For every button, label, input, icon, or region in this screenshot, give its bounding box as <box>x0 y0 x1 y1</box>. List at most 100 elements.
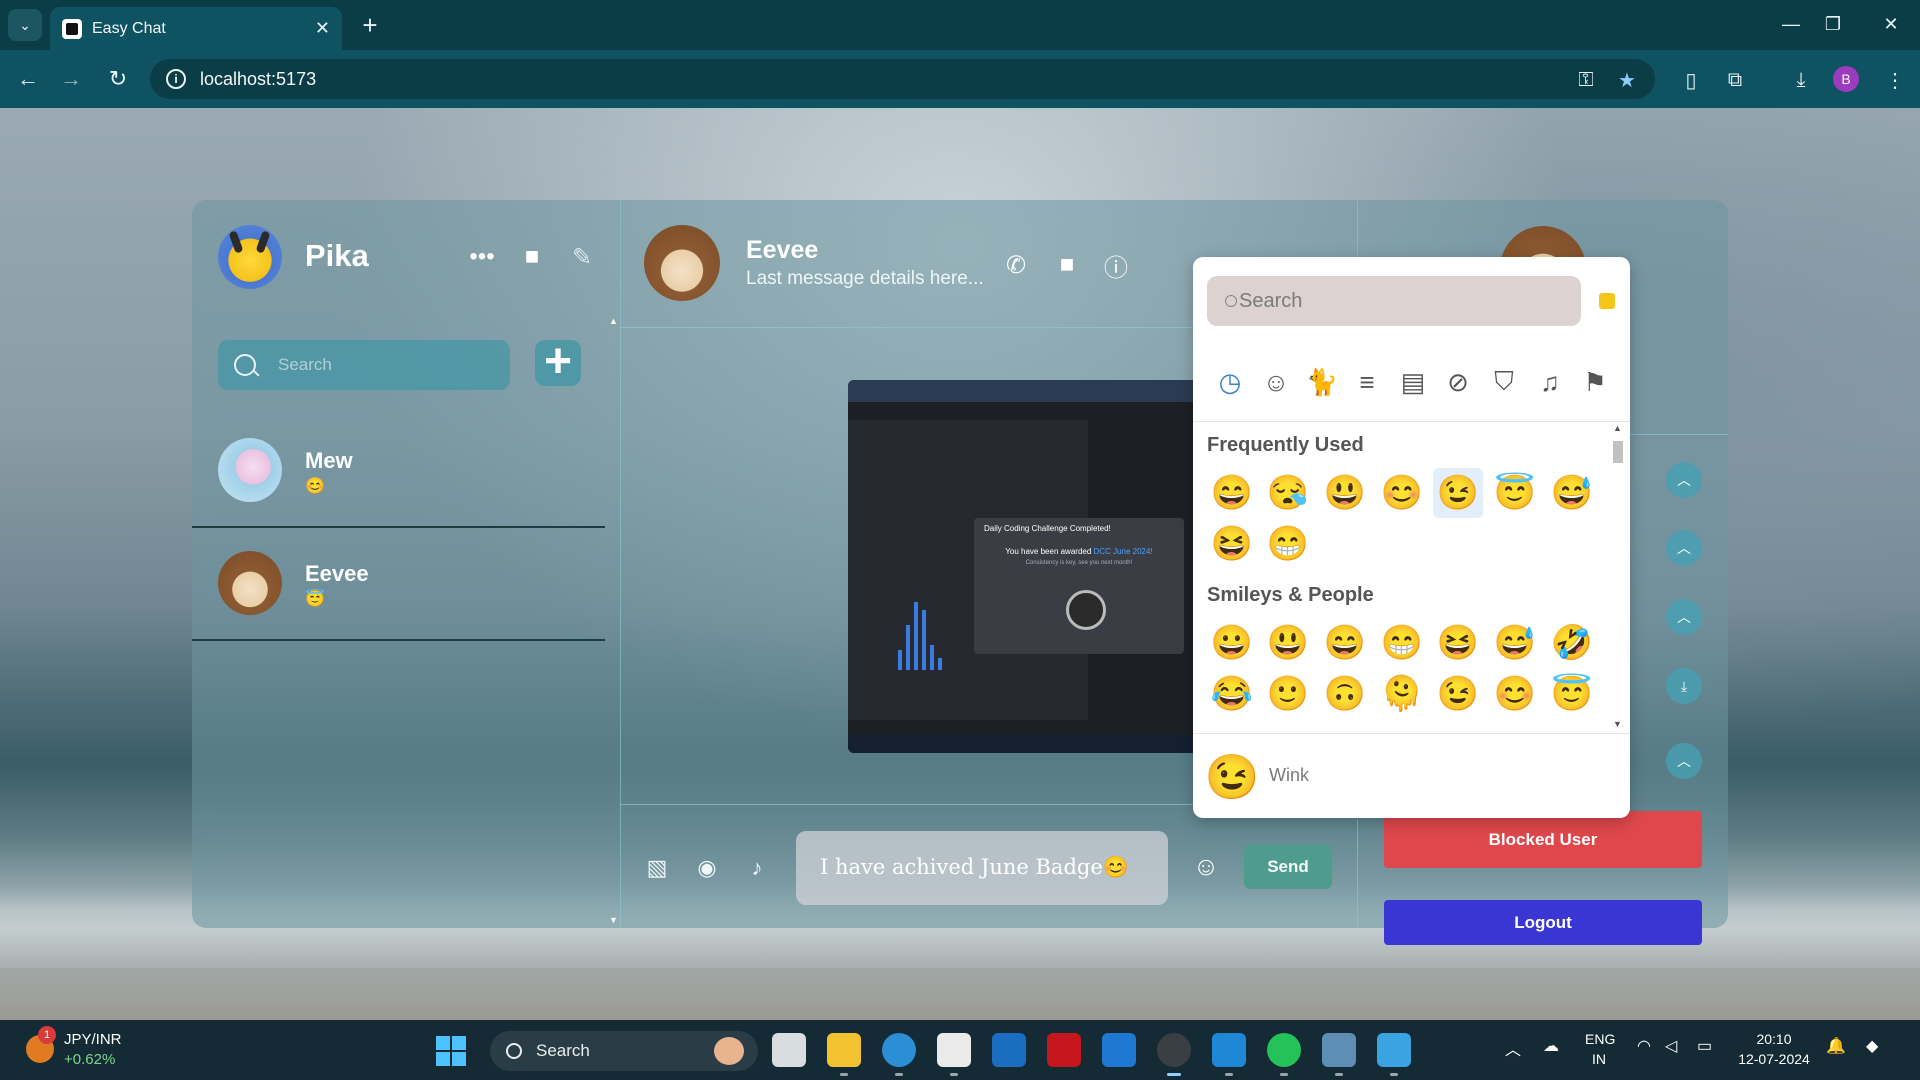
start-icon[interactable] <box>436 1036 466 1066</box>
picker-scrollbar[interactable]: ▲ ▼ <box>1611 423 1625 733</box>
close-window-icon[interactable]: ✕ <box>1868 8 1914 40</box>
emoji-search-input[interactable]: Search <box>1207 276 1581 326</box>
notepad-icon[interactable] <box>1377 1033 1411 1076</box>
extensions-icon[interactable]: ⧉ <box>1720 65 1750 95</box>
video-call-icon[interactable]: ■ <box>1051 249 1083 281</box>
emoji-button[interactable]: 😆 <box>1433 618 1483 668</box>
scroll-down-arrow-icon[interactable]: ▼ <box>609 915 618 925</box>
new-tab-button[interactable]: + <box>355 10 385 40</box>
reload-icon[interactable]: ↻ <box>102 63 134 95</box>
category-travel-icon[interactable]: ▤ <box>1396 365 1430 399</box>
edit-icon[interactable]: ✎ <box>566 241 598 273</box>
ticker-name[interactable]: JPY/INR <box>64 1031 122 1048</box>
reading-list-icon[interactable]: ▯ <box>1676 65 1706 95</box>
phone-icon[interactable]: ✆ <box>1000 249 1032 281</box>
info-icon[interactable]: ⓘ <box>1100 249 1132 282</box>
chevron-up-icon[interactable]: ︿ <box>1666 743 1702 779</box>
emoji-button[interactable]: 😉 <box>1433 669 1483 719</box>
emoji-button[interactable]: 😊 <box>1377 468 1427 518</box>
tab-search-button[interactable]: ⌄ <box>8 9 42 41</box>
bookmark-star-icon[interactable]: ★ <box>1612 65 1642 95</box>
tab-close-icon[interactable]: ✕ <box>315 18 330 39</box>
scroll-up-arrow-icon[interactable]: ▲ <box>609 316 618 326</box>
category-animals-icon[interactable]: 🐈 <box>1305 365 1339 399</box>
show-hidden-icons-icon[interactable]: ︿ <box>1505 1036 1521 1060</box>
vscode-icon[interactable] <box>1212 1033 1246 1076</box>
password-key-icon[interactable]: ⚿ <box>1571 65 1601 95</box>
download-icon[interactable]: ⤓ <box>1666 668 1702 704</box>
language-bottom[interactable]: IN <box>1592 1051 1606 1067</box>
copilot-icon[interactable]: ◆ <box>1866 1036 1878 1056</box>
store-icon[interactable] <box>937 1033 971 1076</box>
emoji-button[interactable]: 😊 <box>1490 669 1540 719</box>
category-recent-icon[interactable]: ◷ <box>1213 365 1247 399</box>
emoji-button[interactable]: 😁 <box>1263 519 1313 569</box>
emoji-button[interactable]: 😀 <box>1207 618 1257 668</box>
message-input[interactable]: I have achived June Badge😊 <box>796 831 1168 905</box>
app-icon[interactable] <box>1102 1033 1136 1067</box>
add-contact-button[interactable]: + <box>535 338 581 386</box>
emoji-button[interactable]: 🤣 <box>1547 618 1597 668</box>
browser-menu-icon[interactable]: ⋮ <box>1880 65 1910 95</box>
category-food-icon[interactable]: ≡ <box>1350 365 1384 399</box>
clock-date[interactable]: 12-07-2024 <box>1726 1051 1822 1067</box>
clock-time[interactable]: 20:10 <box>1739 1031 1809 1047</box>
chevron-up-icon[interactable]: ︿ <box>1666 599 1702 635</box>
image-upload-icon[interactable]: ▧ <box>642 853 672 883</box>
chevron-up-icon[interactable]: ︿ <box>1666 462 1702 498</box>
emoji-button[interactable]: 😄 <box>1207 468 1257 518</box>
contact-item[interactable]: Mew 😊 <box>218 438 606 508</box>
postgres-icon[interactable] <box>1322 1033 1356 1076</box>
notifications-icon[interactable]: 🔔 <box>1826 1036 1846 1056</box>
contact-search-input[interactable]: Search <box>218 340 510 390</box>
contact-item[interactable]: Eevee 😇 <box>218 551 606 621</box>
image-message[interactable]: Daily Coding Challenge Completed! You ha… <box>848 380 1198 753</box>
skin-tone-selector[interactable] <box>1599 293 1615 309</box>
category-objects-icon[interactable]: ⛉ <box>1487 365 1521 399</box>
scroll-up-arrow-icon[interactable]: ▲ <box>1613 423 1622 433</box>
profile-avatar[interactable]: B <box>1833 66 1859 92</box>
whatsapp-icon[interactable] <box>1267 1033 1301 1076</box>
emoji-button[interactable]: 🙃 <box>1320 669 1370 719</box>
chevron-up-icon[interactable]: ︿ <box>1666 530 1702 566</box>
emoji-button[interactable]: 😂 <box>1207 669 1257 719</box>
category-activities-icon[interactable]: ⊘ <box>1441 365 1475 399</box>
address-bar[interactable]: i localhost:5173 <box>150 59 1655 99</box>
video-icon[interactable]: ■ <box>516 241 548 273</box>
site-info-icon[interactable]: i <box>166 69 186 89</box>
emoji-button[interactable]: 😅 <box>1547 468 1597 518</box>
emoji-button[interactable]: 😄 <box>1320 618 1370 668</box>
emoji-button[interactable]: 😁 <box>1377 618 1427 668</box>
restore-icon[interactable]: ❐ <box>1810 8 1856 40</box>
forward-icon[interactable]: → <box>55 63 87 95</box>
edge-icon[interactable] <box>882 1033 916 1076</box>
mcafee-icon[interactable] <box>1047 1033 1081 1067</box>
emoji-button[interactable]: 😅 <box>1490 618 1540 668</box>
battery-icon[interactable]: ▭ <box>1697 1036 1712 1056</box>
wifi-icon[interactable]: ◠ <box>1637 1036 1651 1056</box>
category-smileys-icon[interactable]: ☺ <box>1259 365 1293 399</box>
dell-icon[interactable] <box>992 1033 1026 1067</box>
emoji-button[interactable]: 😃 <box>1263 618 1313 668</box>
chrome-icon[interactable] <box>1157 1033 1191 1076</box>
scrollbar-thumb[interactable] <box>1613 441 1623 463</box>
logout-button[interactable]: Logout <box>1384 900 1702 945</box>
language-top[interactable]: ENG <box>1585 1031 1615 1047</box>
browser-tab[interactable]: Easy Chat ✕ <box>50 7 342 50</box>
scroll-down-arrow-icon[interactable]: ▼ <box>1613 719 1622 729</box>
emoji-button[interactable]: 🙂 <box>1263 669 1313 719</box>
back-icon[interactable]: ← <box>12 63 44 95</box>
taskbar-search[interactable]: Search <box>490 1031 758 1071</box>
emoji-button[interactable]: 😃 <box>1320 468 1370 518</box>
more-options-icon[interactable]: ••• <box>466 241 498 273</box>
blocked-user-button[interactable]: Blocked User <box>1384 811 1702 868</box>
category-flags-icon[interactable]: ⚑ <box>1578 365 1612 399</box>
file-explorer-icon[interactable] <box>827 1033 861 1076</box>
volume-icon[interactable]: ◁ <box>1665 1036 1677 1056</box>
category-symbols-icon[interactable]: ♫ <box>1533 365 1567 399</box>
camera-icon[interactable]: ◉ <box>692 853 722 883</box>
emoji-button[interactable]: 😪 <box>1263 468 1313 518</box>
microphone-icon[interactable]: ♪ <box>742 853 772 883</box>
send-button[interactable]: Send <box>1244 845 1332 889</box>
downloads-icon[interactable]: ⤓ <box>1786 65 1816 95</box>
